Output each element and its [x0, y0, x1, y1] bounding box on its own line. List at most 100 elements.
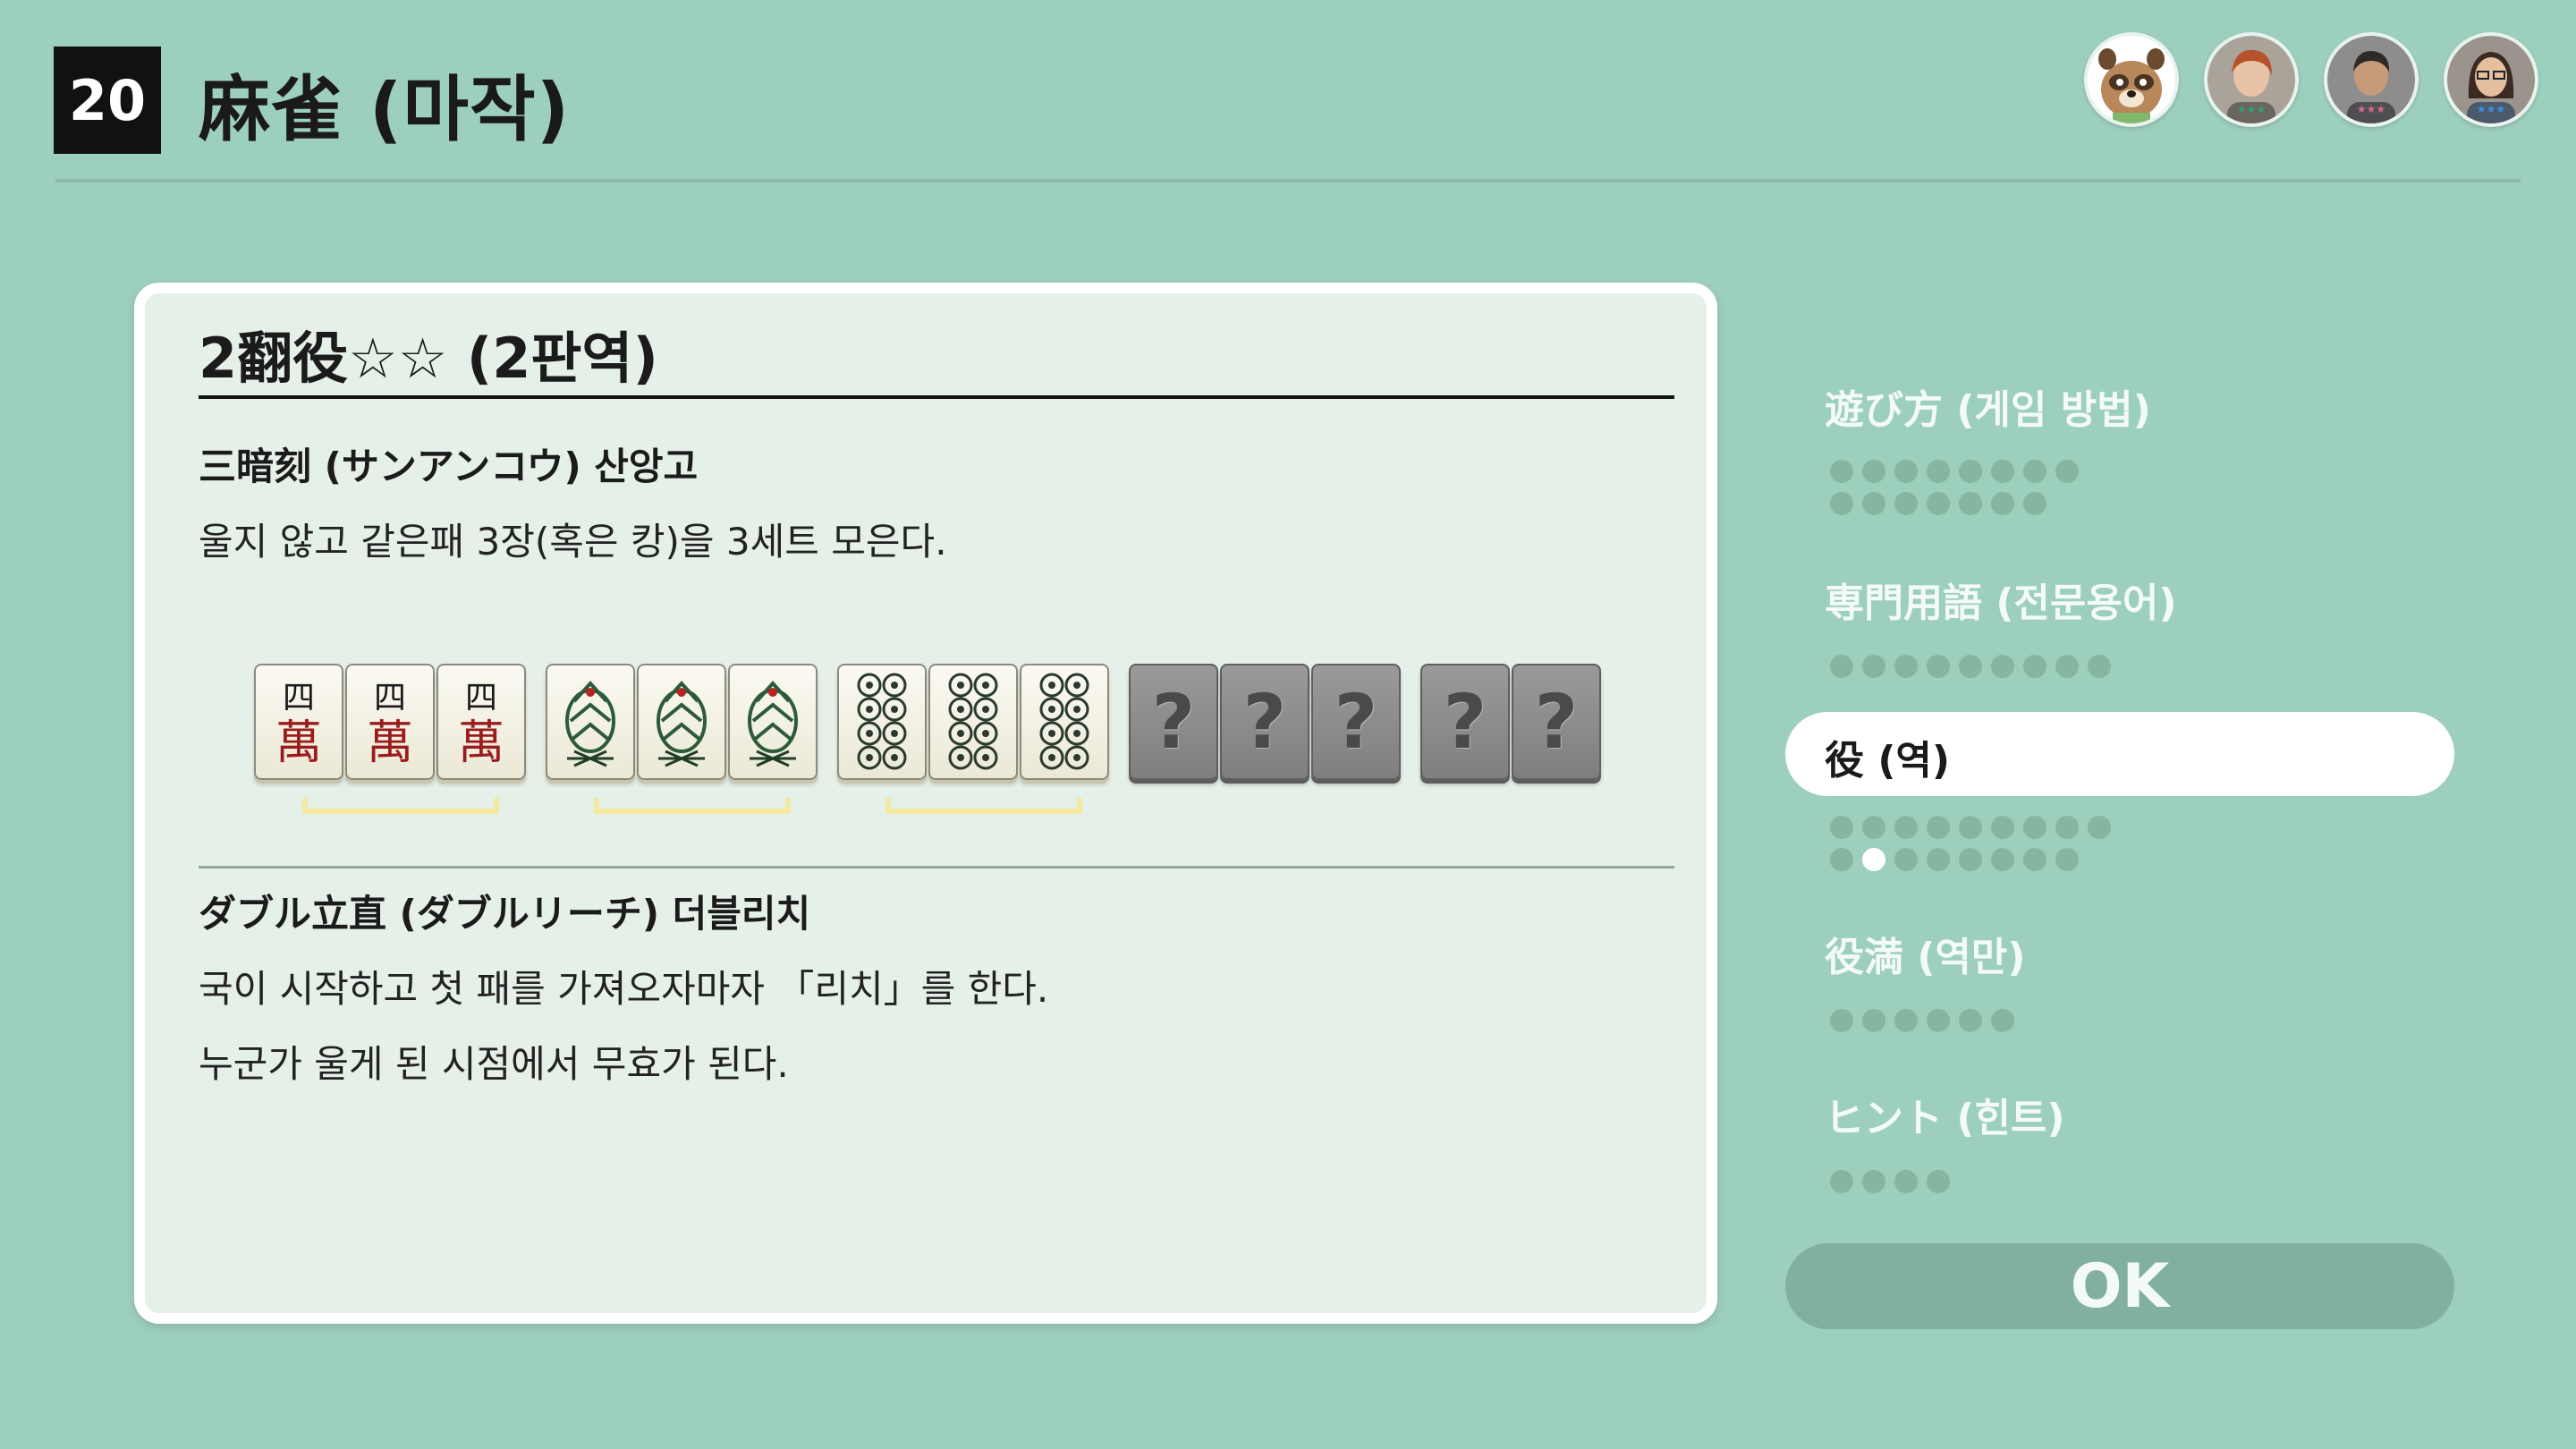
page-dot: [2055, 655, 2079, 678]
page-dot: [1830, 816, 1853, 839]
menu-item-yaku[interactable]: 役 (역): [1825, 728, 1950, 785]
yaku-name-sanankou: 三暗刻 (サンアンコウ) 산앙고: [199, 445, 699, 488]
tile-unknown: ?: [1311, 664, 1401, 780]
menu-item-hints[interactable]: ヒント (힌트): [1825, 1086, 2065, 1143]
page-dot: [2055, 460, 2079, 483]
page-dot: [2088, 655, 2111, 678]
page-dot: [1959, 655, 1982, 678]
page-dot: [1894, 460, 1918, 483]
page-dot: [1830, 492, 1853, 515]
page-dot: [2023, 492, 2046, 515]
page-dot-current: [1862, 848, 1885, 871]
page-dot: [1862, 492, 1885, 515]
tile-unknown: ?: [1220, 664, 1309, 780]
page-dot: [1862, 460, 1885, 483]
tile-unknown: ?: [1129, 664, 1218, 780]
page-dot: [2023, 848, 2046, 871]
page-dot: [1991, 655, 2014, 678]
svg-text:★★★: ★★★: [2357, 103, 2385, 115]
avatar-raccoon: [2084, 32, 2179, 127]
panel-title: 2翻役☆☆ (2판역): [199, 326, 658, 391]
page-dot: [1894, 1170, 1918, 1193]
tile-one-bamboo: [728, 664, 818, 780]
page-dot: [2023, 816, 2046, 839]
section-divider: [199, 866, 1674, 869]
tile-eight-circles: [837, 664, 927, 780]
page-dots-yakuman: [1830, 1009, 2120, 1032]
page-dot: [2088, 816, 2111, 839]
page-dot: [1959, 460, 1982, 483]
page-dot: [1862, 816, 1885, 839]
page-dot: [1927, 460, 1950, 483]
page-dot: [1894, 1009, 1918, 1032]
page-dot: [1991, 1009, 2014, 1032]
header-divider: [55, 179, 2521, 182]
avatar-player-3: ★★★: [2324, 32, 2419, 127]
ok-button[interactable]: OK: [1785, 1243, 2454, 1329]
tile-unknown: ?: [1512, 664, 1601, 780]
page-dots-hints: [1830, 1170, 2120, 1193]
menu-item-terminology[interactable]: 専門用語 (전문용어): [1825, 571, 2176, 628]
yaku-name-double-riichi: ダブル立直 (ダブルリーチ) 더블리치: [199, 892, 811, 936]
page-dot: [1894, 848, 1918, 871]
page-dots-how-to-play: [1830, 460, 2088, 515]
page-dots-terminology: [1830, 655, 2120, 678]
avatar-player-2: ★★★: [2204, 32, 2299, 127]
page-dot: [1894, 492, 1918, 515]
yaku-description: 국이 시작하고 첫 패를 가져오자마자 「리치」를 한다.: [199, 967, 1049, 1011]
tile-unknown: ?: [1420, 664, 1510, 780]
svg-text:萬: 萬: [275, 716, 322, 770]
page-dot: [1894, 655, 1918, 678]
page-dot: [1927, 655, 1950, 678]
page-dot: [1991, 492, 2014, 515]
page-dot: [1862, 655, 1885, 678]
tile-four-characters: 四萬: [345, 664, 435, 780]
page-dot: [1830, 1170, 1853, 1193]
person-avatar-icon: ★★★: [2207, 36, 2295, 123]
page-dot: [2023, 460, 2046, 483]
page-dot: [1830, 848, 1853, 871]
page-dot: [1959, 1009, 1982, 1032]
set-bracket: [594, 798, 791, 814]
person-avatar-icon: ★★★: [2447, 36, 2535, 123]
menu-item-yakuman[interactable]: 役満 (역만): [1825, 925, 2026, 982]
set-bracket: [886, 798, 1082, 814]
tile-one-bamboo: [637, 664, 726, 780]
svg-text:四: 四: [374, 680, 406, 716]
tile-four-characters: 四萬: [436, 664, 526, 780]
avatar-player-4: ★★★: [2444, 32, 2538, 127]
page-dot: [1830, 460, 1853, 483]
svg-text:萬: 萬: [458, 716, 504, 770]
tile-eight-circles: [928, 664, 1018, 780]
page-dot: [1830, 655, 1853, 678]
yaku-description: 울지 않고 같은패 3장(혹은 캉)을 3세트 모은다.: [199, 520, 947, 564]
page-dot: [1991, 460, 2014, 483]
page-dot: [1927, 1009, 1950, 1032]
page-dot: [1959, 492, 1982, 515]
page-dot: [1830, 1009, 1853, 1032]
rules-panel: 2翻役☆☆ (2판역) 三暗刻 (サンアンコウ) 산앙고 울지 않고 같은패 3…: [134, 283, 1717, 1324]
page-dot: [1959, 816, 1982, 839]
svg-text:★★★: ★★★: [2237, 103, 2266, 115]
panel-title-divider: [199, 395, 1674, 399]
page-dot: [2023, 655, 2046, 678]
menu-item-how-to-play[interactable]: 遊び方 (게임 방법): [1825, 377, 2151, 435]
svg-text:萬: 萬: [367, 716, 413, 770]
page-dot: [1894, 816, 1918, 839]
page-dot: [1991, 848, 2014, 871]
page-dots-yaku: [1830, 816, 2120, 871]
page-dot: [2055, 816, 2079, 839]
page-dot: [1927, 848, 1950, 871]
player-avatars: ★★★ ★★★ ★★★: [2084, 32, 2538, 127]
person-avatar-icon: ★★★: [2327, 36, 2415, 123]
tile-four-characters: 四萬: [254, 664, 343, 780]
set-bracket: [302, 798, 499, 814]
page-dot: [1862, 1170, 1885, 1193]
raccoon-avatar-icon: [2088, 36, 2175, 123]
page-title: 麻雀 (마작): [199, 68, 571, 151]
svg-text:★★★: ★★★: [2477, 103, 2505, 115]
svg-text:四: 四: [283, 680, 315, 716]
tile-one-bamboo: [546, 664, 635, 780]
page-dot: [1991, 816, 2014, 839]
tile-eight-circles: [1020, 664, 1109, 780]
